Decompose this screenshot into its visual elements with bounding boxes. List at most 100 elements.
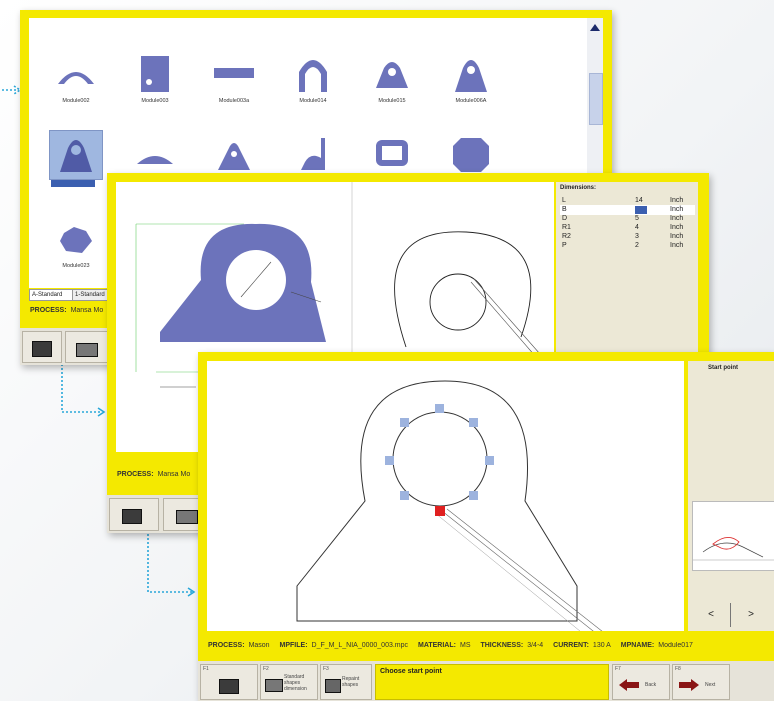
octagon-shape-icon — [453, 138, 489, 172]
scroll-up-icon[interactable] — [590, 24, 600, 31]
shape-module023[interactable]: Module023 — [39, 213, 113, 285]
shape-module002[interactable]: Module002 — [39, 48, 113, 120]
shape-name: Module006A — [455, 98, 487, 104]
shape-module014[interactable]: Module014 — [276, 48, 350, 120]
dim-value[interactable]: 14 — [635, 197, 643, 204]
process-label: PROCESS: — [117, 471, 154, 478]
process-label: PROCESS: — [30, 307, 67, 314]
next-arrow-icon — [679, 679, 699, 691]
side-panel-title: Start point — [708, 365, 738, 371]
home-button[interactable]: F1 — [200, 664, 258, 700]
dim-unit: Inch — [670, 197, 684, 204]
fkey-label: F2 — [263, 666, 269, 672]
button-label: Repaint shapes — [342, 676, 360, 688]
tab-shape-icon — [376, 62, 408, 88]
part-outline-drawing — [296, 380, 603, 631]
shape-selected[interactable] — [39, 128, 113, 200]
process-value: Mansa Mo — [157, 471, 191, 478]
fkey-label: F3 — [323, 666, 329, 672]
hook-shape-icon — [301, 138, 325, 170]
tab-a-standard[interactable]: A-Standard — [29, 289, 73, 301]
arch-shape-icon — [58, 72, 94, 84]
process-value: Mansa Mo — [70, 307, 104, 314]
fkey-label: F7 — [615, 666, 621, 672]
shape-name: Module014 — [299, 98, 327, 104]
shape-name: Module003a — [218, 98, 250, 104]
mpname-value: Module017 — [658, 642, 693, 649]
mpfile-value: D_F_M_L_NIA_0000_003.mpc — [311, 642, 409, 649]
home-icon — [219, 679, 239, 694]
rect-hole-shape-icon — [141, 56, 169, 92]
back-arrow-icon — [619, 679, 639, 691]
u-shape-icon — [299, 60, 327, 92]
dim-unit: Inch — [670, 242, 684, 249]
repaint-shapes-button[interactable]: F3 Repaint shapes — [320, 664, 372, 700]
frame-shape-icon — [376, 140, 408, 166]
bar-shape-icon — [214, 68, 254, 78]
dim-value[interactable]: 4 — [635, 224, 639, 231]
material-label: MATERIAL: — [418, 642, 456, 649]
dim-value[interactable]: 2 — [635, 242, 639, 249]
status-bar: PROCESS: Mason MPFILE: D_F_M_L_NIA_0000_00… — [208, 642, 768, 649]
blob-shape-icon — [60, 227, 92, 253]
home-icon — [122, 509, 142, 524]
shape-module003[interactable]: Module003 — [118, 48, 192, 120]
shape-name: Module003 — [141, 98, 169, 104]
standard-shapes-dimension-button[interactable]: F2 Standard shapes dimension — [260, 664, 318, 700]
message-text: Choose start point — [380, 668, 442, 675]
dim-unit: Inch — [670, 233, 684, 240]
button-label: Next — [705, 682, 716, 688]
message-box: Choose start point — [375, 664, 609, 700]
dim-value-selected[interactable] — [635, 206, 647, 214]
dim-unit: Inch — [670, 206, 684, 213]
thickness-label: THICKNESS: — [480, 642, 524, 649]
scroll-thumb[interactable] — [589, 73, 603, 125]
start-point-window: Start point < > PROCESS: Mason MPFILE: D_F… — [198, 352, 774, 701]
shape-name: Module015 — [378, 98, 406, 104]
next-nav-button[interactable]: > — [734, 606, 768, 624]
back-button[interactable]: F7 Back — [612, 664, 670, 700]
dim-value[interactable]: 5 — [635, 215, 639, 222]
shape-name: Module002 — [62, 98, 90, 104]
shape-name: Module023 — [62, 263, 90, 269]
shape-module003a[interactable]: Module003a — [197, 48, 271, 120]
dim-row-p: P 2 Inch — [560, 241, 695, 251]
thickness-value: 3/4-4 — [527, 642, 544, 649]
material-value: MS — [459, 642, 471, 649]
home-button[interactable] — [22, 331, 62, 363]
fkey-label: F8 — [675, 666, 681, 672]
lug-shape-icon — [60, 140, 92, 172]
mpname-label: MPNAME: — [620, 642, 655, 649]
dome-shape-icon — [137, 156, 173, 164]
dim-name: P — [562, 242, 567, 249]
prev-button[interactable]: < — [694, 606, 728, 624]
nav-divider — [730, 603, 731, 627]
current-value: 130 A — [592, 642, 611, 649]
shape-module006a[interactable]: Module006A — [434, 48, 508, 120]
dim-value[interactable]: 3 — [635, 233, 639, 240]
keyboard-icon — [176, 510, 198, 524]
shapes-button[interactable] — [65, 331, 110, 363]
dim-name: B — [562, 206, 567, 213]
button-label: Back — [645, 682, 657, 688]
triangle-lug-shape-icon — [218, 143, 250, 170]
keyboard-icon — [76, 343, 98, 357]
dim-name: D — [562, 215, 568, 222]
dim-name: R2 — [562, 233, 571, 240]
next-button[interactable]: F8 Next — [672, 664, 730, 700]
preview-drawing — [693, 537, 774, 561]
dim-unit: Inch — [670, 215, 684, 222]
shape-module015[interactable]: Module015 — [355, 48, 429, 120]
start-point-handle[interactable] — [435, 506, 445, 516]
selected-label — [51, 180, 95, 187]
process-label: PROCESS: — [208, 642, 245, 649]
preview-thumbnail — [692, 501, 774, 571]
repaint-icon — [325, 679, 341, 693]
fkey-label: F1 — [203, 666, 209, 672]
current-label: CURRENT: — [553, 642, 589, 649]
lug-shape-icon — [455, 60, 487, 92]
home-button[interactable] — [109, 498, 159, 531]
dimensions-table: L 14 Inch B Inch D 5 Inch R1 4 Inch R2 3… — [560, 196, 695, 266]
process-value: Mason — [248, 642, 270, 649]
mpfile-label: MPFILE: — [279, 642, 308, 649]
